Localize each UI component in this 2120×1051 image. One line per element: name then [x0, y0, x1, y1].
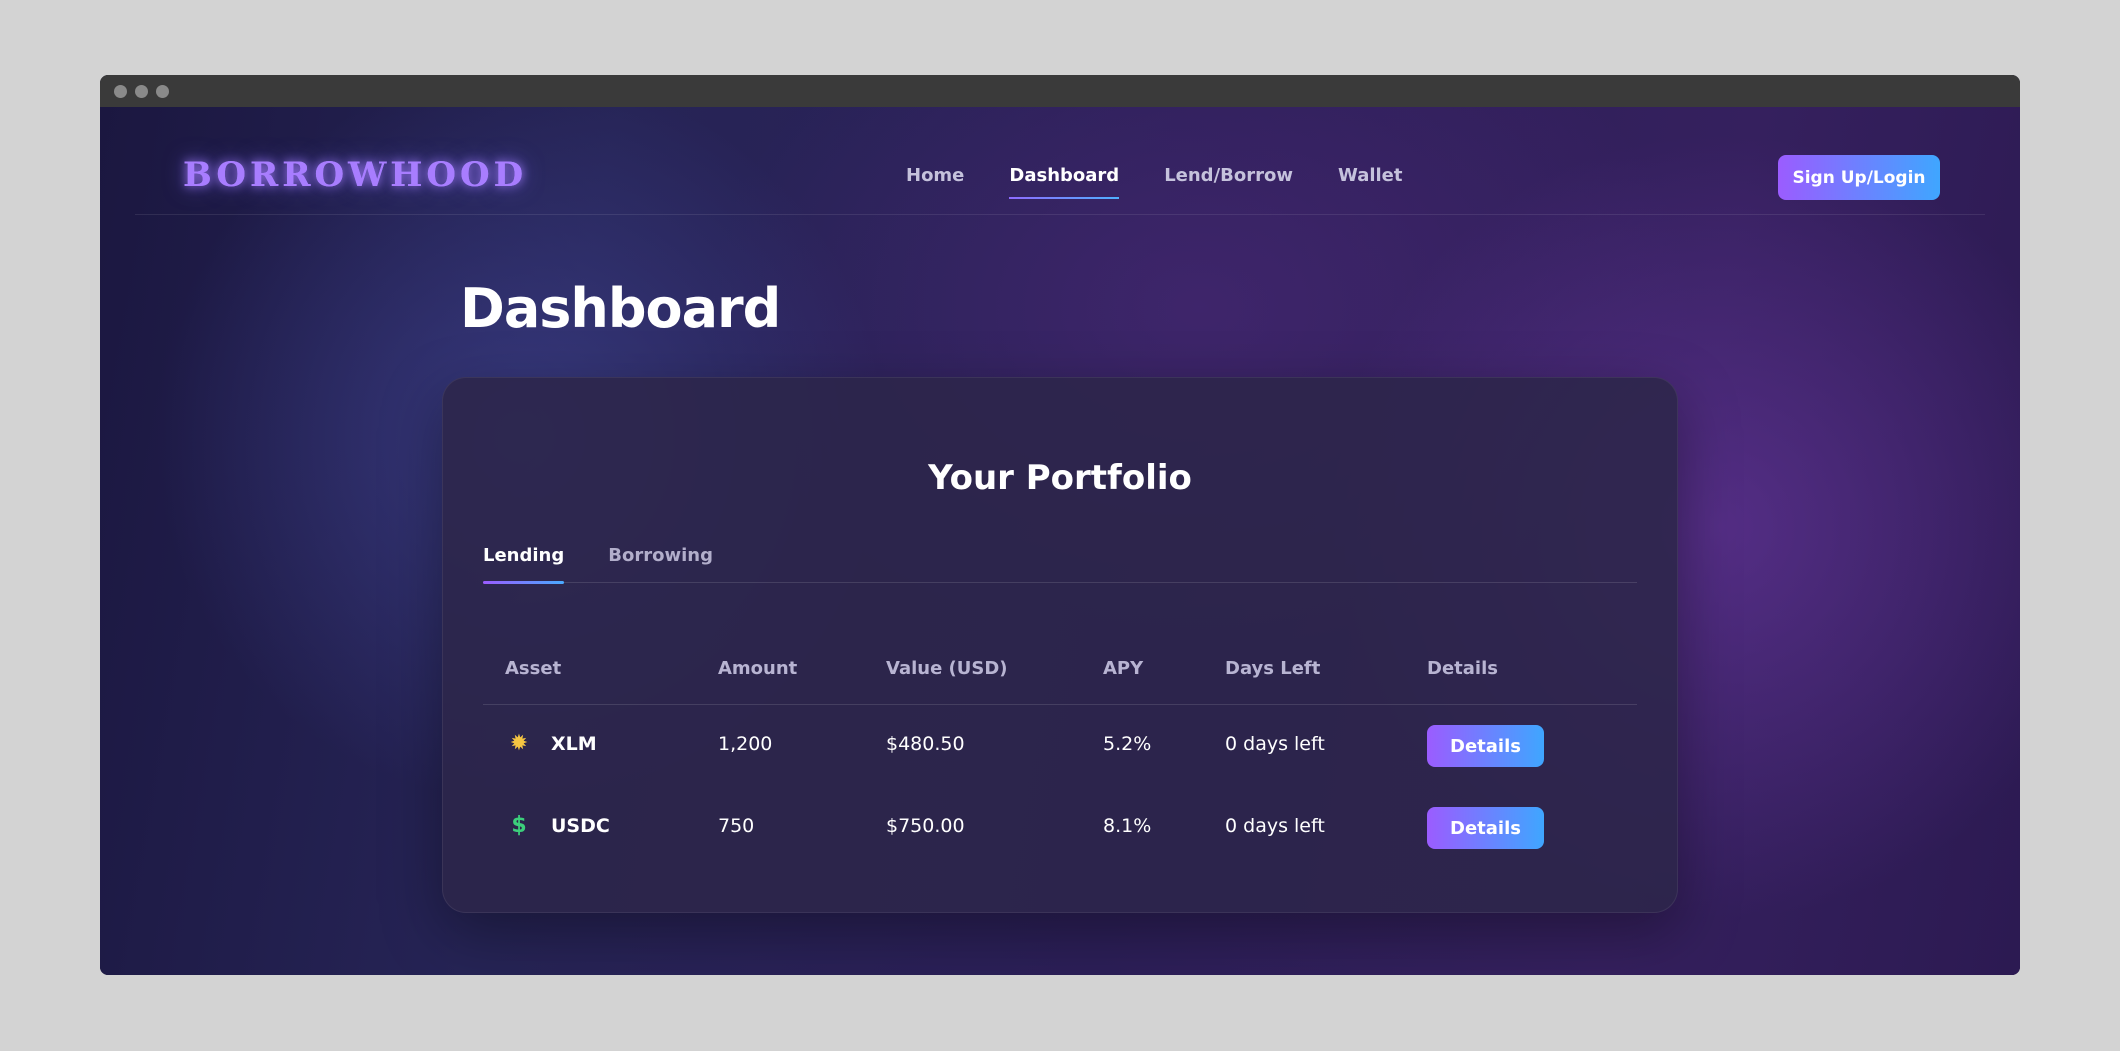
nav-item-home[interactable]: Home [906, 165, 964, 199]
nav-menu: Home Dashboard Lend/Borrow Wallet [906, 165, 1403, 199]
page-title: Dashboard [460, 277, 781, 340]
portfolio-card: Your Portfolio Lending Borrowing Asset A… [442, 377, 1678, 913]
sun-icon: ✹ [509, 731, 529, 756]
asset-cell: $ USDC [505, 813, 610, 838]
portfolio-table: Asset Amount Value (USD) APY Days Left D… [483, 648, 1637, 869]
portfolio-tabs: Lending Borrowing [483, 545, 1637, 584]
asset-name: USDC [551, 814, 610, 837]
amount-cell: 750 [718, 815, 755, 837]
nav-item-dashboard[interactable]: Dashboard [1009, 165, 1119, 199]
column-header-days-left: Days Left [1225, 658, 1321, 679]
column-header-asset: Asset [505, 658, 562, 679]
window-close-dot[interactable] [114, 84, 127, 98]
brand-logo[interactable]: BORROWHOOD [183, 155, 527, 195]
nav-item-wallet[interactable]: Wallet [1338, 165, 1403, 199]
details-button[interactable]: Details [1427, 725, 1544, 767]
details-button[interactable]: Details [1427, 807, 1544, 849]
window-minimize-dot[interactable] [135, 84, 148, 98]
asset-cell: ✹ XLM [505, 731, 597, 756]
asset-name: XLM [551, 732, 597, 755]
tab-lending[interactable]: Lending [483, 545, 565, 584]
value-cell: $750.00 [886, 815, 965, 837]
amount-cell: 1,200 [718, 733, 773, 755]
window-titlebar [100, 75, 2020, 107]
value-cell: $480.50 [886, 733, 965, 755]
column-header-details: Details [1427, 658, 1498, 679]
portfolio-title: Your Portfolio [928, 458, 1192, 498]
browser-window: BORROWHOOD Home Dashboard Lend/Borrow Wa… [100, 75, 2020, 975]
apy-cell: 5.2% [1103, 733, 1152, 755]
window-maximize-dot[interactable] [156, 84, 169, 98]
tab-borrowing[interactable]: Borrowing [608, 545, 713, 583]
days-left-cell: 0 days left [1225, 815, 1325, 837]
column-header-value: Value (USD) [886, 658, 1008, 679]
nav-item-lend-borrow[interactable]: Lend/Borrow [1164, 165, 1293, 199]
days-left-cell: 0 days left [1225, 733, 1325, 755]
signup-login-button[interactable]: Sign Up/Login [1778, 155, 1940, 200]
apy-cell: 8.1% [1103, 815, 1152, 837]
table-header: Asset Amount Value (USD) APY Days Left D… [483, 648, 1637, 705]
table-row: $ USDC 750 $750.00 8.1% 0 days left Deta… [483, 787, 1637, 869]
table-row: ✹ XLM 1,200 $480.50 5.2% 0 days left Det… [483, 705, 1637, 787]
dollar-icon: $ [511, 813, 527, 838]
top-navbar: BORROWHOOD Home Dashboard Lend/Borrow Wa… [135, 107, 1985, 215]
app-root: BORROWHOOD Home Dashboard Lend/Borrow Wa… [100, 107, 2020, 975]
column-header-apy: APY [1103, 658, 1144, 679]
column-header-amount: Amount [718, 658, 798, 679]
